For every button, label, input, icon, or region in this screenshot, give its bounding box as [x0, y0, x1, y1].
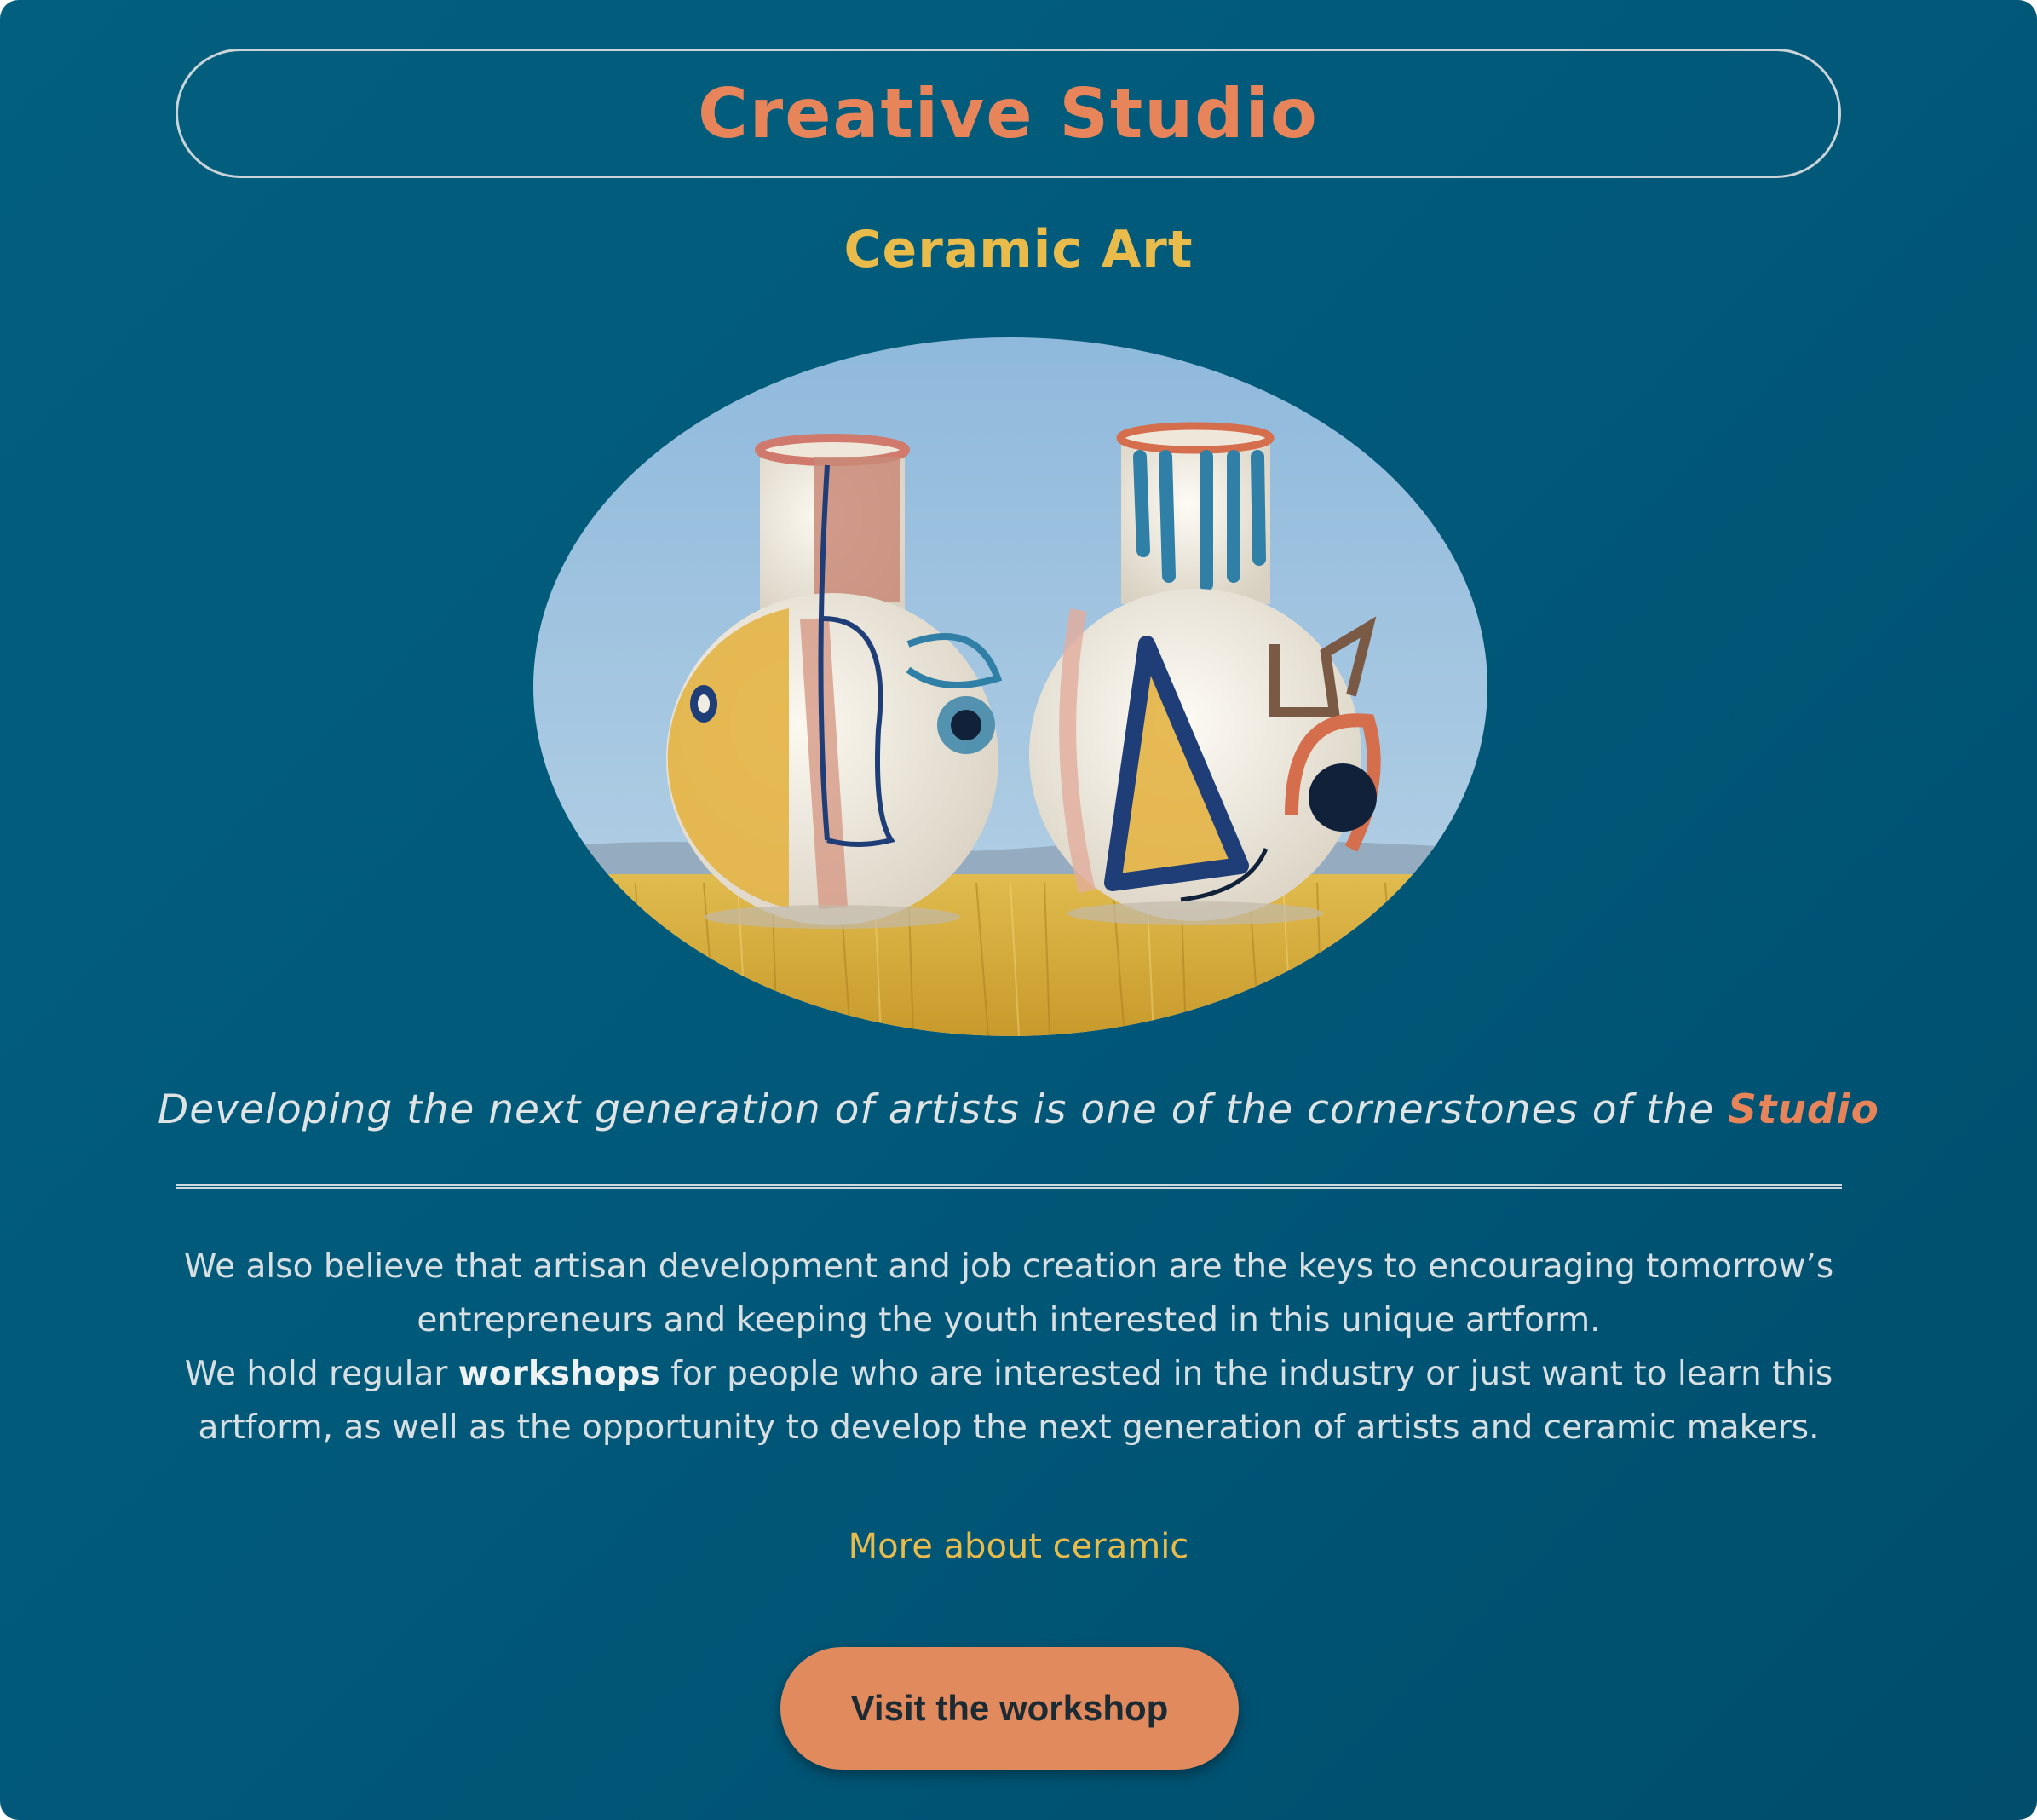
body-p2-before: We hold regular [184, 1355, 458, 1393]
section-subtitle: Ceramic Art [843, 220, 1194, 279]
visit-workshop-button[interactable]: Visit the workshop [780, 1647, 1239, 1770]
body-paragraph-1: We also believe that artisan development… [183, 1247, 1834, 1339]
body-copy: We also believe that artisan development… [176, 1240, 1842, 1454]
tagline-text: Developing the next generation of artist… [158, 1086, 1729, 1133]
title-banner: Creative Studio [176, 49, 1841, 178]
email-card: Creative Studio Ceramic Art Developing t… [0, 0, 2037, 1820]
more-about-ceramic-link[interactable]: More about ceramic [0, 1527, 2037, 1566]
body-paragraph-2: We hold regular workshops for people who… [176, 1347, 1842, 1454]
tagline-accent: Studio [1728, 1086, 1879, 1133]
vases-illustration [533, 337, 1487, 1036]
page-title: Creative Studio [698, 73, 1319, 153]
ceramic-vases-image [533, 337, 1487, 1036]
workshops-emphasis: workshops [457, 1355, 660, 1393]
divider [176, 1184, 1842, 1189]
tagline: Developing the next generation of artist… [0, 1086, 2037, 1133]
